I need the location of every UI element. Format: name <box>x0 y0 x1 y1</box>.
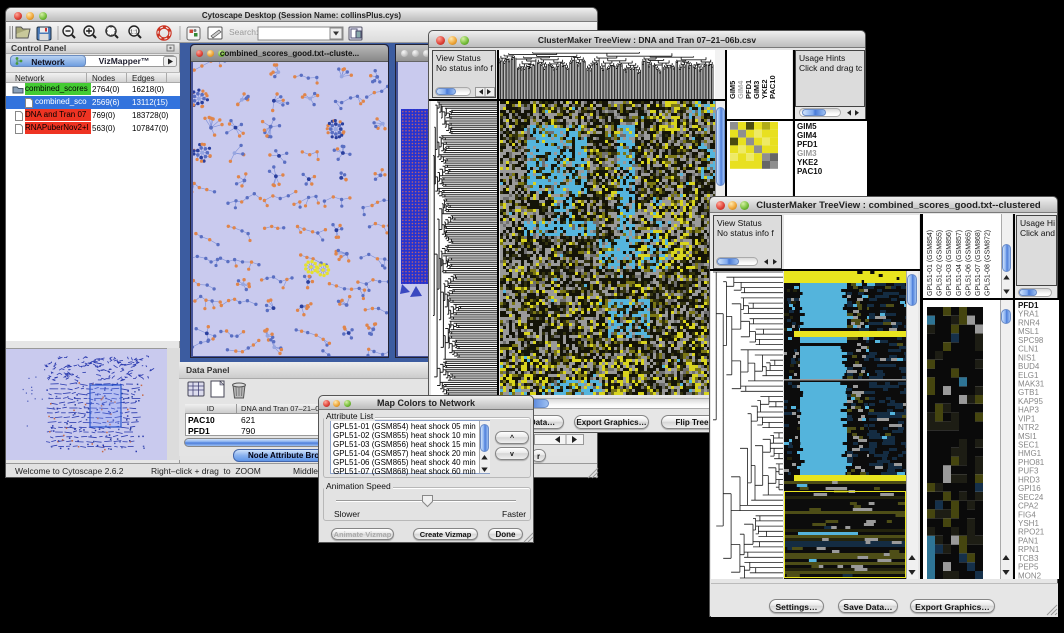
svg-text:NTR2: NTR2 <box>1018 423 1039 432</box>
svg-text:NIS1: NIS1 <box>1018 353 1036 362</box>
svg-text:PAN1: PAN1 <box>1018 536 1039 545</box>
svg-text:PUF3: PUF3 <box>1018 467 1039 476</box>
svg-text:GTB1: GTB1 <box>1018 388 1039 397</box>
svg-text:SEC24: SEC24 <box>1018 493 1044 502</box>
svg-text:CLN1: CLN1 <box>1018 345 1039 354</box>
svg-text:ELG1: ELG1 <box>1018 371 1039 380</box>
svg-text:PEP5: PEP5 <box>1018 563 1039 572</box>
svg-text:GPL51-02 (GSM855): GPL51-02 (GSM855) <box>937 230 944 296</box>
svg-text:VIP1: VIP1 <box>1018 414 1036 423</box>
svg-text:YSH1: YSH1 <box>1018 519 1039 528</box>
svg-text:MAK31: MAK31 <box>1018 380 1045 389</box>
svg-text:SPC98: SPC98 <box>1018 336 1044 345</box>
svg-text:PAC10: PAC10 <box>768 75 777 99</box>
svg-text:MSL1: MSL1 <box>1018 327 1039 336</box>
svg-text:GPL51-08 (GSM872): GPL51-08 (GSM872) <box>985 230 992 296</box>
svg-text:CPA2: CPA2 <box>1018 502 1039 511</box>
svg-text:TCB3: TCB3 <box>1018 554 1039 563</box>
svg-text:MON2: MON2 <box>1018 571 1042 579</box>
svg-text:GPI16: GPI16 <box>1018 484 1041 493</box>
svg-text:HAP3: HAP3 <box>1018 406 1039 415</box>
svg-text:RNR4: RNR4 <box>1018 318 1040 327</box>
svg-text:HMG1: HMG1 <box>1018 449 1042 458</box>
svg-text:FIG4: FIG4 <box>1018 510 1036 519</box>
svg-text:GPL51-06 (GSM865): GPL51-06 (GSM865) <box>965 230 972 296</box>
svg-text:SEC1: SEC1 <box>1018 441 1039 450</box>
svg-text:Search:: Search: <box>229 27 258 37</box>
svg-text:BUD4: BUD4 <box>1018 362 1040 371</box>
svg-text:GPL51-03 (GSM856): GPL51-03 (GSM856) <box>946 230 953 296</box>
svg-text:PFD1: PFD1 <box>1018 301 1039 310</box>
svg-text:RPO21: RPO21 <box>1018 528 1045 537</box>
svg-text:KAP95: KAP95 <box>1018 397 1043 406</box>
svg-text:PHO81: PHO81 <box>1018 458 1045 467</box>
svg-text:GPL51-04 (GSM857): GPL51-04 (GSM857) <box>956 230 963 296</box>
svg-text:HRD3: HRD3 <box>1018 475 1040 484</box>
svg-text:YRA1: YRA1 <box>1018 310 1039 319</box>
svg-text:MSI1: MSI1 <box>1018 432 1037 441</box>
svg-text:GPL51-01 (GSM854): GPL51-01 (GSM854) <box>927 230 934 296</box>
svg-text:GPL51-07 (GSM868): GPL51-07 (GSM868) <box>975 230 982 296</box>
svg-text:RPN1: RPN1 <box>1018 545 1040 554</box>
svg-text:1:1: 1:1 <box>130 30 138 36</box>
